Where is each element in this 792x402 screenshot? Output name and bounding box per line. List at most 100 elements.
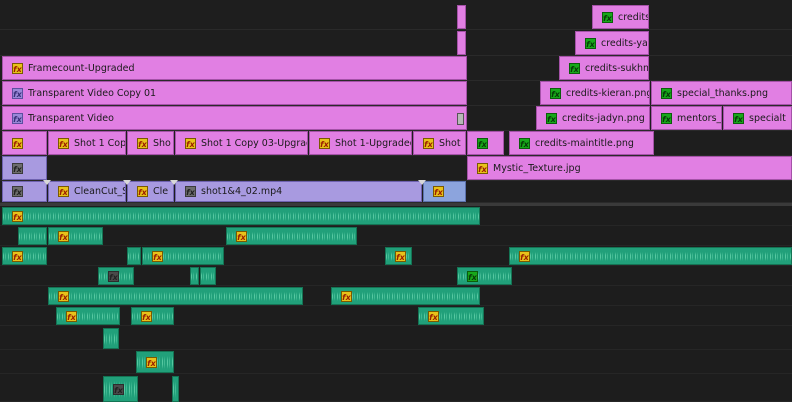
clip-shot-short[interactable]: fx (2, 131, 47, 155)
clip-cleancut-s[interactable]: fx CleanCut_S (48, 181, 126, 202)
clip-credits-maintitle[interactable]: fx credits-maintitle.png (509, 131, 654, 155)
clip-framecount-upgraded[interactable]: fx Framecount-Upgraded (2, 56, 467, 80)
fx-badge-icon: fx (66, 310, 77, 322)
video-track-4[interactable]: fx Transparent Video fx credits-jadyn.pn… (0, 106, 792, 230)
video-track-2[interactable]: fx fx Mystic_Texture.jpg (0, 156, 792, 181)
audio-waveform (128, 252, 140, 261)
video-track-5[interactable]: fx Transparent Video Copy 01 fx credits-… (0, 81, 792, 106)
audio-track-4[interactable]: fx fx (0, 266, 792, 286)
clip-shot-1-copy-03-upgraded[interactable]: fx Shot 1 Copy 03-Upgraded (175, 131, 308, 155)
audio-clip[interactable]: fx (457, 267, 512, 285)
timeline-panel[interactable]: fx credits fx credits-yac fx Framecount-… (0, 0, 792, 402)
clip-shot[interactable]: fx Shot (413, 131, 466, 155)
fx-badge-icon: fx (12, 186, 23, 197)
audio-clip[interactable]: fx (331, 287, 480, 305)
clip-sho[interactable]: fx Sho (127, 131, 174, 155)
audio-clip[interactable] (127, 247, 141, 265)
clip-purple-v1-short[interactable]: fx (2, 181, 47, 202)
audio-track-5[interactable]: fx fx (0, 286, 792, 306)
fx-badge-icon: fx (733, 112, 744, 124)
audio-clip[interactable]: fx (56, 307, 120, 325)
audio-clip[interactable]: fx (98, 267, 134, 285)
clip-transparent-video-copy-01[interactable]: fx Transparent Video Copy 01 (2, 81, 467, 105)
clip-shot-1-upgraded[interactable]: fx Shot 1-Upgraded (309, 131, 412, 155)
clip-cle[interactable]: fx Cle (127, 181, 174, 202)
fx-badge-icon: fx (477, 162, 488, 174)
audio-waveform (19, 232, 46, 241)
audio-track-6[interactable]: fx fx fx (0, 306, 792, 326)
clip-purple-short[interactable]: fx (2, 156, 47, 180)
audio-clip[interactable] (103, 328, 119, 349)
fx-badge-icon: fx (185, 186, 196, 197)
audio-clip[interactable]: fx (2, 207, 480, 225)
audio-clip[interactable]: fx (136, 351, 174, 373)
audio-clip[interactable] (18, 227, 47, 245)
transition-marker-icon[interactable] (43, 180, 51, 185)
fx-badge-icon: fx (661, 112, 672, 124)
audio-waveform (191, 272, 198, 281)
audio-waveform (173, 381, 178, 398)
clip-label: Framecount-Upgraded (28, 62, 135, 74)
audio-track-8[interactable]: fx (0, 350, 792, 374)
transition-marker-icon[interactable] (123, 180, 131, 185)
fx-badge-icon: fx (467, 270, 478, 282)
fx-badge-icon: fx (58, 290, 69, 302)
clip-mystic-texture[interactable]: fx Mystic_Texture.jpg (467, 156, 792, 180)
video-track-3[interactable]: fx fx Shot 1 Copy fx Sho fx Shot 1 Copy … (0, 131, 792, 156)
audio-waveform (49, 232, 102, 241)
clip-mentors[interactable]: fx mentors_ (651, 106, 722, 130)
audio-clip[interactable]: fx (226, 227, 357, 245)
clip-green-fx-short[interactable]: fx (467, 131, 504, 155)
fx-badge-icon: fx (569, 62, 580, 74)
fx-badge-icon: fx (12, 112, 23, 124)
clip-pink-sliver[interactable] (457, 31, 466, 55)
audio-clip[interactable] (200, 267, 216, 285)
audio-clip[interactable]: fx (509, 247, 792, 265)
audio-clip[interactable]: fx (103, 376, 138, 402)
clip-transparent-video[interactable]: fx Transparent Video (2, 106, 467, 130)
fx-badge-icon: fx (108, 270, 119, 282)
audio-clip[interactable]: fx (385, 247, 412, 265)
clip-specialt[interactable]: fx specialt (723, 106, 792, 130)
audio-track-1[interactable]: fx (0, 206, 792, 226)
clip-credits[interactable]: fx credits (592, 5, 649, 29)
clip-blue-end[interactable]: fx (423, 181, 466, 202)
video-track-1[interactable]: fx fx CleanCut_S fx Cle fx shot1&4_02.mp… (0, 180, 792, 203)
clip-label: shot1&4_02.mp4 (201, 186, 283, 197)
audio-waveform (132, 312, 173, 321)
clip-credits-jadyn[interactable]: fx credits-jadyn.png (536, 106, 650, 130)
fx-badge-icon: fx (319, 137, 330, 149)
trim-handle-icon[interactable] (457, 113, 464, 125)
fx-badge-icon: fx (152, 250, 163, 262)
audio-clip[interactable]: fx (48, 287, 303, 305)
audio-clip[interactable]: fx (2, 247, 47, 265)
clip-credits-kieran[interactable]: fx credits-kieran.png (540, 81, 650, 105)
video-track-8[interactable]: fx credits (0, 0, 792, 30)
clip-shot-1-copy[interactable]: fx Shot 1 Copy (48, 131, 126, 155)
audio-track-2[interactable]: fx fx (0, 226, 792, 246)
video-track-7[interactable]: fx credits-yac (0, 30, 792, 56)
audio-track-7[interactable] (0, 326, 792, 350)
audio-track-9[interactable]: fx (0, 374, 792, 402)
audio-clip[interactable] (190, 267, 199, 285)
audio-clip[interactable] (172, 376, 179, 402)
audio-clip[interactable]: fx (131, 307, 174, 325)
fx-badge-icon: fx (12, 210, 23, 222)
transition-marker-icon[interactable] (418, 180, 426, 185)
clip-credits-yac[interactable]: fx credits-yac (575, 31, 649, 55)
clip-credits-sukhm[interactable]: fx credits-sukhm (559, 56, 649, 80)
clip-special-thanks[interactable]: fx special_thanks.png (651, 81, 792, 105)
clip-label: specialt (749, 112, 786, 124)
fx-badge-icon: fx (58, 230, 69, 242)
audio-clip[interactable]: fx (418, 307, 484, 325)
clip-label: special_thanks.png (677, 87, 769, 99)
clip-pink-sliver[interactable] (457, 5, 466, 29)
audio-clip[interactable]: fx (142, 247, 224, 265)
video-track-6[interactable]: fx Framecount-Upgraded fx credits-sukhm (0, 56, 792, 81)
transition-marker-icon[interactable] (170, 180, 178, 185)
audio-track-3[interactable]: fx fx fx fx (0, 246, 792, 266)
clip-label: CleanCut_S (74, 186, 125, 197)
audio-clip[interactable]: fx (48, 227, 103, 245)
clip-shot1-4-02[interactable]: fx shot1&4_02.mp4 (175, 181, 422, 202)
clip-label: credits-maintitle.png (535, 137, 634, 149)
